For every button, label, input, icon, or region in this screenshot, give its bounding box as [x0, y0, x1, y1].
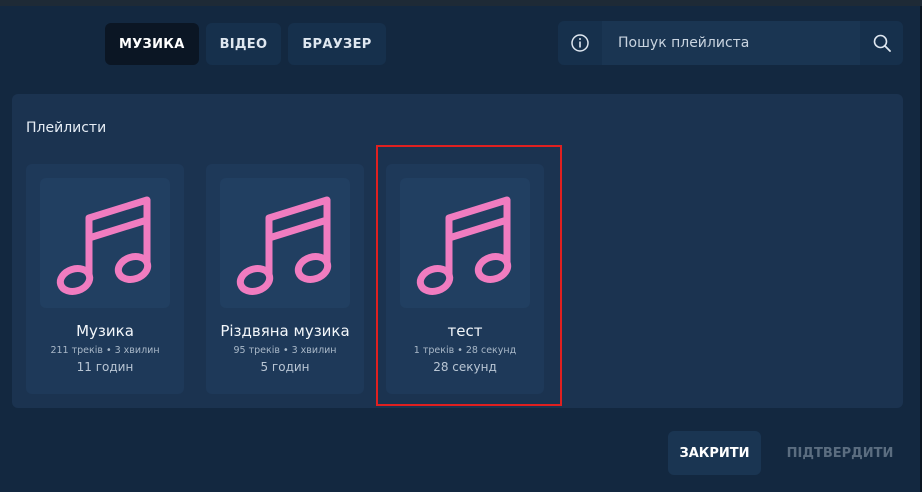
- playlist-name: Музика: [76, 322, 134, 340]
- playlist-cover: [220, 178, 350, 308]
- search-button[interactable]: [861, 21, 903, 65]
- search-icon: [873, 34, 891, 52]
- playlist-card[interactable]: Різдвяна музика 95 треків • 3 хвилин 5 г…: [206, 164, 364, 394]
- search-bar: [558, 21, 903, 65]
- tab-bar: МУЗИКА ВІДЕО БРАУЗЕР: [105, 23, 386, 65]
- playlist-meta: 1 треків • 28 секунд: [413, 345, 517, 356]
- info-button[interactable]: [558, 21, 601, 65]
- playlist-duration: 28 секунд: [433, 360, 497, 374]
- close-button[interactable]: ЗАКРИТИ: [668, 431, 761, 475]
- tab-video[interactable]: ВІДЕО: [205, 23, 282, 65]
- playlist-duration: 5 годин: [260, 360, 310, 374]
- playlist-card[interactable]: Музика 211 треків • 3 хвилин 11 годин: [26, 164, 184, 394]
- playlists-panel: Плейлисти Музика 211 треків • 3 хвилин 1…: [12, 94, 903, 408]
- playlist-meta: 95 треків • 3 хвилин: [233, 345, 337, 356]
- tab-browser[interactable]: БРАУЗЕР: [288, 23, 386, 65]
- search-input[interactable]: [602, 21, 860, 65]
- music-note-icon: [236, 196, 332, 295]
- playlist-card[interactable]: тест 1 треків • 28 секунд 28 секунд: [386, 164, 544, 394]
- playlist-name: тест: [447, 322, 483, 340]
- playlist-cover: [40, 178, 170, 308]
- playlist-meta: 211 треків • 3 хвилин: [50, 345, 160, 356]
- playlist-duration: 11 годин: [76, 360, 134, 374]
- playlist-cover: [400, 178, 530, 308]
- confirm-button[interactable]: ПІДТВЕРДИТИ: [775, 431, 905, 475]
- section-title: Плейлисти: [26, 120, 107, 136]
- music-note-icon: [56, 196, 152, 295]
- info-icon: [570, 34, 589, 52]
- playlist-name: Різдвяна музика: [220, 322, 350, 340]
- media-dialog: МУЗИКА ВІДЕО БРАУЗЕР Плейлисти: [0, 6, 922, 492]
- tab-music[interactable]: МУЗИКА: [105, 23, 199, 65]
- music-note-icon: [416, 196, 512, 295]
